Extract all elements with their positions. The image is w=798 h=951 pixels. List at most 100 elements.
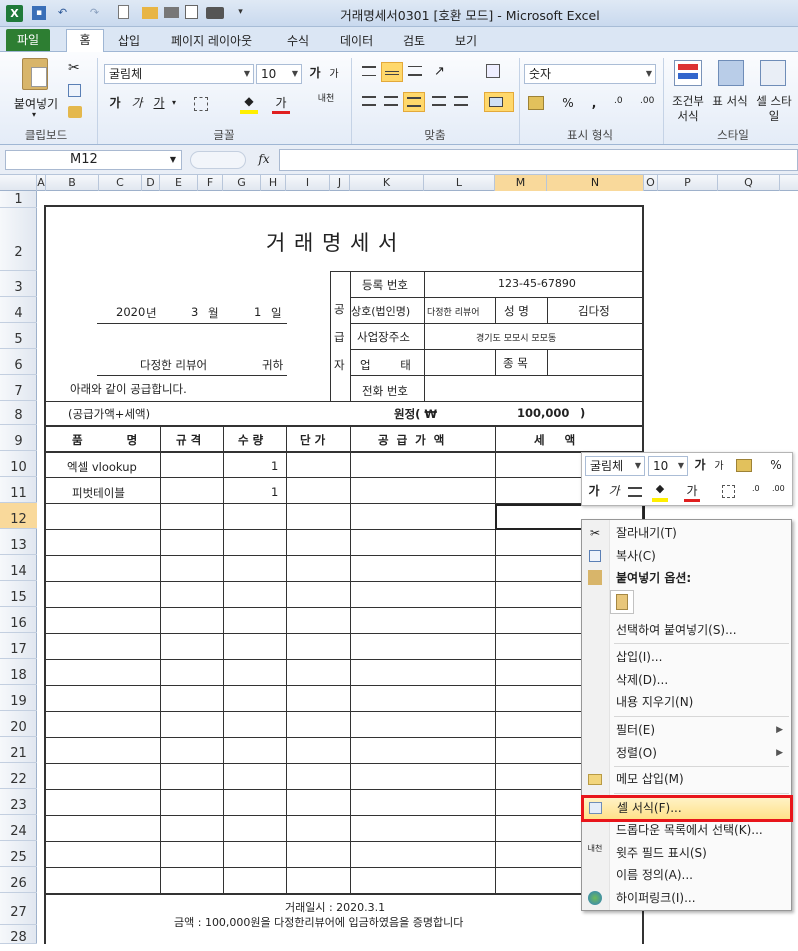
- row-header[interactable]: 2: [0, 208, 37, 271]
- column-header[interactable]: B: [46, 175, 99, 191]
- align-middle-icon[interactable]: [381, 62, 403, 82]
- row-header[interactable]: 13: [0, 529, 37, 555]
- phonetic-guide-button[interactable]: 내천: [314, 94, 338, 114]
- menu-item-cut[interactable]: ✂ 잘라내기(T): [582, 522, 791, 544]
- format-as-table-icon[interactable]: [718, 60, 744, 86]
- row-header[interactable]: 25: [0, 841, 37, 867]
- mini-font-color-button[interactable]: 가: [684, 482, 700, 502]
- mini-borders-icon[interactable]: [722, 485, 735, 498]
- row-header[interactable]: 21: [0, 737, 37, 763]
- camera-icon[interactable]: [206, 7, 224, 19]
- row-header[interactable]: 9: [0, 425, 37, 451]
- new-file-icon[interactable]: [118, 5, 129, 19]
- row-header[interactable]: 18: [0, 659, 37, 685]
- mini-fill-color-icon[interactable]: ◆: [652, 482, 668, 502]
- tab-page-layout[interactable]: 페이지 레이아웃: [165, 31, 258, 52]
- row-header-selected[interactable]: 12: [0, 503, 37, 529]
- tab-file[interactable]: 파일: [6, 29, 50, 51]
- mini-font-size-select[interactable]: 10 ▼: [648, 456, 688, 476]
- column-header[interactable]: P: [658, 175, 718, 191]
- row-header[interactable]: 3: [0, 271, 37, 297]
- row-header[interactable]: 14: [0, 555, 37, 581]
- align-top-icon[interactable]: [362, 66, 376, 76]
- mini-grow-font-button[interactable]: 가: [692, 456, 708, 476]
- column-header[interactable]: H: [261, 175, 286, 191]
- mini-increase-decimal-icon[interactable]: .0: [752, 484, 760, 493]
- row-header[interactable]: 6: [0, 349, 37, 375]
- orientation-icon[interactable]: ↗: [434, 64, 445, 79]
- paste-dropdown-icon[interactable]: ▾: [32, 110, 36, 119]
- align-center-icon[interactable]: [384, 96, 398, 106]
- underline-dropdown-icon[interactable]: ▾: [172, 98, 176, 107]
- menu-item-hyperlink[interactable]: 하이퍼링크(I)...: [582, 887, 791, 909]
- comma-button[interactable]: ,: [588, 94, 600, 114]
- cell-styles-icon[interactable]: [760, 60, 786, 86]
- column-header[interactable]: L: [424, 175, 495, 191]
- tab-data[interactable]: 데이터: [334, 31, 379, 52]
- font-size-select[interactable]: 10 ▼: [256, 64, 302, 84]
- cell-styles-button[interactable]: 셀 스타일: [752, 94, 796, 124]
- fill-color-icon[interactable]: ◆: [240, 94, 258, 114]
- increase-decimal-icon[interactable]: .0: [614, 96, 623, 106]
- row-header[interactable]: 20: [0, 711, 37, 737]
- menu-item-paste-special[interactable]: 선택하여 붙여넣기(S)...: [582, 619, 791, 641]
- currency-icon[interactable]: [528, 96, 544, 110]
- align-left-icon[interactable]: [362, 96, 376, 106]
- row-header[interactable]: 4: [0, 297, 37, 323]
- underline-button[interactable]: 가: [150, 94, 168, 114]
- number-format-select[interactable]: 숫자 ▼: [524, 64, 656, 84]
- row-header[interactable]: 10: [0, 451, 37, 477]
- row-header[interactable]: 26: [0, 867, 37, 893]
- row-header[interactable]: 27: [0, 893, 37, 925]
- paste-icon[interactable]: [22, 58, 48, 90]
- row-header[interactable]: 5: [0, 323, 37, 349]
- row-header[interactable]: 23: [0, 789, 37, 815]
- mini-font-name-select[interactable]: 굴림체 ▼: [585, 456, 645, 476]
- decrease-decimal-icon[interactable]: .00: [640, 96, 654, 106]
- column-header[interactable]: F: [198, 175, 223, 191]
- menu-item-sort[interactable]: 정렬(O) ▶: [582, 742, 791, 764]
- menu-item-copy[interactable]: 복사(C): [582, 545, 791, 567]
- shrink-font-button[interactable]: 가: [326, 66, 342, 86]
- row-header[interactable]: 17: [0, 633, 37, 659]
- column-header[interactable]: Q: [718, 175, 780, 191]
- print-icon[interactable]: [164, 7, 179, 18]
- undo-icon[interactable]: ↶: [54, 4, 71, 21]
- open-folder-icon[interactable]: [142, 7, 158, 19]
- row-header[interactable]: 19: [0, 685, 37, 711]
- formula-input[interactable]: [279, 149, 798, 171]
- column-header[interactable]: G: [223, 175, 261, 191]
- column-header[interactable]: I: [286, 175, 330, 191]
- name-box[interactable]: M12 ▼: [5, 150, 182, 170]
- column-header[interactable]: C: [99, 175, 142, 191]
- bold-button[interactable]: 가: [106, 94, 124, 114]
- column-header[interactable]: E: [160, 175, 198, 191]
- column-header[interactable]: J: [330, 175, 350, 191]
- decrease-indent-icon[interactable]: [432, 96, 446, 106]
- wrap-text-icon[interactable]: [486, 64, 500, 78]
- menu-item-delete[interactable]: 삭제(D)...: [582, 669, 791, 691]
- mini-bold-button[interactable]: 가: [586, 482, 602, 502]
- row-header[interactable]: 16: [0, 607, 37, 633]
- copy-icon[interactable]: [68, 84, 81, 97]
- menu-item-define-name[interactable]: 이름 정의(A)...: [582, 864, 791, 886]
- row-header[interactable]: 24: [0, 815, 37, 841]
- font-name-select[interactable]: 굴림체 ▼: [104, 64, 254, 84]
- tab-view[interactable]: 보기: [449, 31, 483, 52]
- menu-item-pick-from-list[interactable]: 드롭다운 목록에서 선택(K)...: [582, 819, 791, 841]
- italic-button[interactable]: 가: [128, 94, 146, 114]
- column-header[interactable]: D: [142, 175, 160, 191]
- tab-review[interactable]: 검토: [397, 31, 431, 52]
- cut-icon[interactable]: ✂: [68, 60, 80, 76]
- conditional-formatting-icon[interactable]: [674, 60, 702, 86]
- menu-item-clear-contents[interactable]: 내용 지우기(N): [582, 691, 791, 713]
- save-icon[interactable]: ▪: [32, 6, 46, 20]
- row-header[interactable]: 7: [0, 375, 37, 401]
- select-all-corner[interactable]: [0, 175, 37, 191]
- grow-font-button[interactable]: 가: [306, 64, 324, 84]
- menu-item-filter[interactable]: 필터(E) ▶: [582, 719, 791, 741]
- tab-formulas[interactable]: 수식: [281, 31, 315, 52]
- row-header[interactable]: 28: [0, 925, 37, 945]
- column-header[interactable]: O: [644, 175, 658, 191]
- column-header-selected[interactable]: N: [547, 175, 644, 191]
